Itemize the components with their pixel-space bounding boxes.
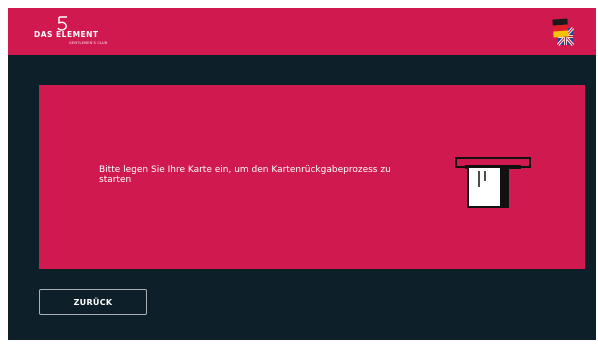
language-flag-icon[interactable] xyxy=(552,18,574,46)
back-button[interactable]: ZURÜCK xyxy=(39,289,147,315)
insert-card-message: Bitte legen Sie Ihre Karte ein, um den K… xyxy=(99,165,391,185)
header-bar: DAS ELEMENT GENTLEMEN'S CLUB xyxy=(8,8,596,55)
logo-subtitle: GENTLEMEN'S CLUB xyxy=(69,41,108,45)
instruction-panel: Bitte legen Sie Ihre Karte ein, um den K… xyxy=(39,85,585,269)
kiosk-screen: DAS ELEMENT GENTLEMEN'S CLUB Bitte legen… xyxy=(8,8,596,340)
das-element-logo: DAS ELEMENT GENTLEMEN'S CLUB xyxy=(34,16,154,48)
card-insert-icon xyxy=(455,157,531,208)
logo-text: DAS ELEMENT xyxy=(34,30,99,39)
